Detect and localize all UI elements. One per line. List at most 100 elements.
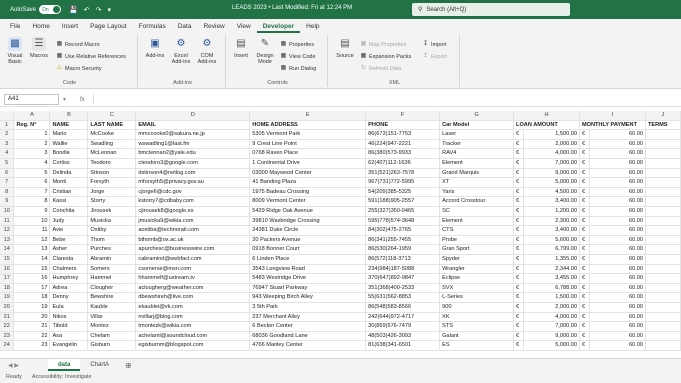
cell[interactable]: Claresta [49,254,89,265]
row-header[interactable]: 18 [0,283,15,294]
cell[interactable]: € [579,235,590,246]
cell[interactable]: Oxtiby [87,225,137,236]
cell[interactable]: 3,455.00 [523,273,580,284]
cell[interactable]: bmclennan2@yale.edu [135,148,251,160]
cell[interactable]: € [513,129,525,140]
cell[interactable]: 1,500.00 [523,292,580,303]
cell[interactable]: cteodoro3@google.com [135,158,251,169]
column-header[interactable]: J [645,111,681,121]
cell[interactable]: € [579,244,590,255]
cell[interactable]: 5305 Vermont Park [249,129,367,140]
cell[interactable]: Element [439,216,515,227]
cell[interactable]: 86(673)151-7753 [365,129,441,140]
header-cell[interactable]: EMAIL [135,120,251,131]
row-header[interactable]: 8 [0,187,15,198]
cell[interactable]: Musicka [87,216,137,227]
cell[interactable]: 86(548)583-8566 [365,302,441,313]
cell[interactable]: 255(327)350-0465 [365,206,441,217]
cell[interactable]: Yaris [439,187,515,198]
cell[interactable]: Teodoro [87,158,137,169]
cell[interactable]: 16 [13,273,51,284]
cell[interactable]: € [579,196,590,208]
header-cell[interactable]: Reg. N° [13,120,51,131]
cell[interactable]: 3543 Longview Road [249,264,367,275]
sheet-tab-charta[interactable]: ChartA [80,359,119,371]
header-cell[interactable]: HOME ADDRESS [249,120,367,131]
cell[interactable]: € [513,244,525,255]
cell[interactable]: 3,400.00 [523,225,580,236]
cell[interactable]: 60.00 [589,225,646,236]
cell[interactable]: Galant [439,331,515,342]
cell[interactable]: STS [439,321,515,332]
view-code-button[interactable]: ▦ View Code [280,53,316,60]
design-mode-button[interactable]: ✎ Design Mode [254,37,276,65]
cell[interactable]: 9,000.00 [523,331,580,342]
cell[interactable]: 1,355.00 [523,254,580,265]
macro-security-button[interactable]: ⚠ Macro Security [56,65,102,72]
cell[interactable]: Jorge [87,187,137,198]
header-cell[interactable]: MONTHLY PAYMENT [579,120,646,131]
cell[interactable]: nvillarj@blog.com [135,312,251,323]
cell[interactable]: Evangelin [49,340,89,351]
cell[interactable] [645,273,681,284]
cell[interactable]: € [513,312,525,323]
tab-page-layout[interactable]: Page Layout [84,21,133,33]
customize-toolbar-icon[interactable]: ▾ [108,6,112,14]
cell[interactable]: 17 [13,283,51,294]
cell[interactable]: Purches [87,244,137,255]
cell[interactable]: 3 [13,148,51,160]
cell[interactable]: 60.00 [589,244,646,255]
cell[interactable]: 11 [13,225,51,236]
cell[interactable]: 4766 Manley Center [249,340,367,351]
cell[interactable]: Accord Crosstour [439,196,515,208]
cell[interactable]: 60.00 [589,139,646,150]
cell[interactable]: 4,000.00 [523,148,580,160]
cell[interactable]: Clougher [87,283,137,294]
cell[interactable]: € [513,340,525,351]
cell[interactable]: € [513,187,525,198]
expansion-packs-button[interactable]: ▦ Expansion Packs [360,53,412,60]
cell[interactable]: 12 [13,235,51,246]
cell[interactable]: 60.00 [589,302,646,313]
cell[interactable]: € [513,302,525,313]
cell[interactable]: aoxtiba@technorati.com [135,225,251,236]
undo-icon[interactable]: ↶ [84,6,90,14]
cell[interactable]: XK [439,312,515,323]
cell[interactable]: cjirousek8@google.es [135,206,251,217]
cell[interactable]: 62(407)112-1636 [365,158,441,169]
tab-file[interactable]: File [4,21,26,33]
cell[interactable]: Bondie [49,148,89,160]
header-cell[interactable]: TERMS [645,120,681,131]
cell[interactable]: € [579,139,590,150]
cell[interactable]: 14 [13,254,51,265]
cell[interactable]: 5,600.00 [523,235,580,246]
cell[interactable]: 48(503)426-3093 [365,331,441,342]
row-header[interactable]: 15 [0,254,15,265]
cell[interactable]: 20 Packers Avenue [249,235,367,246]
cell[interactable]: 234(984)187-5088 [365,264,441,275]
header-cell[interactable]: LAST NAME [87,120,137,131]
cell[interactable]: 60.00 [589,187,646,198]
cell[interactable]: bthomb@ox.ac.uk [135,235,251,246]
cell[interactable] [645,129,681,140]
cell[interactable]: 24381 Duke Circle [249,225,367,236]
autosave-toggle[interactable]: On [39,5,62,14]
cell[interactable] [645,158,681,169]
export-button[interactable]: ↥ Export [422,53,447,60]
properties-button[interactable]: ▦ Properties [280,41,314,48]
cell[interactable] [645,254,681,265]
map-properties-button[interactable]: ▦ Map Properties [360,41,407,48]
cell[interactable]: 60.00 [589,206,646,217]
cell[interactable]: € [579,264,590,275]
refresh-data-button[interactable]: ↻ Refresh Data [360,65,401,72]
cell[interactable]: 60.00 [589,340,646,351]
row-header[interactable]: 10 [0,206,15,217]
cell[interactable]: Thom [87,235,137,246]
cell[interactable]: 60.00 [589,321,646,332]
import-button[interactable]: ↧ Import [422,41,447,48]
cell[interactable]: 55(631)562-8853 [365,292,441,303]
cell[interactable]: 20 [13,312,51,323]
cell[interactable]: € [513,148,525,160]
search-box[interactable]: ⚲ Search (Alt+Q) [412,3,570,16]
cell[interactable]: 1,500.00 [523,129,580,140]
